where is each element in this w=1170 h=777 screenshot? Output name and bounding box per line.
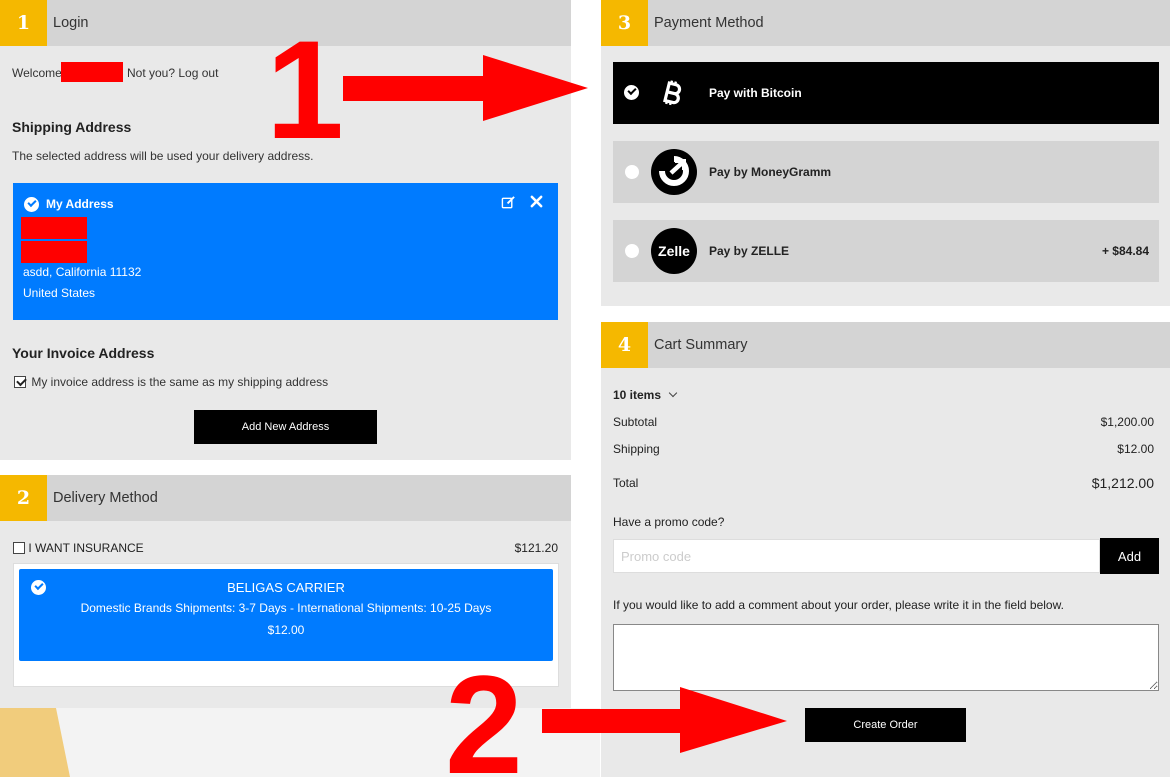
- items-toggle[interactable]: 10 items: [613, 388, 678, 402]
- promo-code-input[interactable]: [613, 539, 1100, 573]
- address-check-icon: [24, 197, 39, 212]
- payment-title: Payment Method: [654, 15, 764, 31]
- invoice-heading: Your Invoice Address: [12, 345, 155, 361]
- total-value: $1,212.00: [1091, 475, 1154, 491]
- carrier-price: $12.00: [267, 623, 305, 637]
- promo-add-button[interactable]: Add: [1100, 538, 1159, 574]
- insurance-label: I WANT INSURANCE: [28, 541, 144, 555]
- payment-panel: 3 Payment Method Pay with Bitcoin Pay by: [601, 0, 1170, 306]
- shipping-heading: Shipping Address: [12, 119, 132, 135]
- insurance-checkbox[interactable]: [13, 542, 25, 554]
- zelle-icon: Zelle: [651, 228, 697, 274]
- create-order-button[interactable]: Create Order: [805, 708, 966, 742]
- subtotal-label: Subtotal: [613, 415, 658, 429]
- step-number-3: 3: [601, 0, 648, 46]
- invoice-same-row[interactable]: My invoice address is the same as my shi…: [14, 375, 328, 389]
- moneygram-icon: [651, 149, 697, 195]
- annotation-arrow-2: [542, 687, 787, 753]
- address-city-line: asdd, California 11132: [23, 265, 142, 279]
- total-label: Total: [613, 476, 639, 490]
- payment-option-bitcoin[interactable]: Pay with Bitcoin: [613, 62, 1159, 124]
- address-country: United States: [23, 286, 96, 300]
- step-number-1: 1: [0, 0, 47, 46]
- selected-address-card[interactable]: My Address asdd, California 11132 United…: [13, 183, 558, 320]
- chevron-down-icon: [669, 388, 678, 398]
- edit-address-icon[interactable]: [501, 195, 517, 211]
- carrier-name: BELIGAS CARRIER: [227, 580, 345, 595]
- step-number-2: 2: [0, 475, 47, 521]
- redacted-address-line-2: [21, 241, 87, 263]
- bitcoin-check-icon: [624, 85, 639, 100]
- payment-option-zelle[interactable]: Zelle Pay by ZELLE + $84.84: [613, 220, 1159, 282]
- moneygram-label: Pay by MoneyGramm: [709, 165, 832, 179]
- payment-option-moneygram[interactable]: Pay by MoneyGramm: [613, 141, 1159, 203]
- order-comment-textarea[interactable]: [613, 624, 1159, 691]
- subtotal-value: $1,200.00: [1100, 415, 1154, 429]
- logout-link[interactable]: Not you? Log out: [127, 66, 218, 80]
- redacted-username: [61, 62, 123, 82]
- annotation-number-1: 1: [266, 11, 344, 168]
- delivery-header: 2 Delivery Method: [0, 475, 571, 521]
- delete-address-icon[interactable]: [530, 195, 544, 209]
- comment-label: If you would like to add a comment about…: [613, 598, 1064, 612]
- zelle-label: Pay by ZELLE: [709, 244, 790, 258]
- invoice-same-label: My invoice address is the same as my shi…: [31, 375, 329, 389]
- address-name: My Address: [46, 197, 114, 211]
- payment-header: 3 Payment Method: [601, 0, 1170, 46]
- shipping-value: $12.00: [1117, 442, 1154, 456]
- moneygram-radio[interactable]: [625, 165, 639, 179]
- items-count: 10 items: [613, 388, 662, 402]
- delivery-title: Delivery Method: [53, 490, 158, 506]
- welcome-text: Welcome: [12, 66, 62, 80]
- zelle-radio[interactable]: [625, 244, 639, 258]
- zelle-fee: + $84.84: [1101, 244, 1149, 258]
- cart-header: 4 Cart Summary: [601, 322, 1170, 368]
- shipping-label: Shipping: [613, 442, 660, 456]
- step-number-4: 4: [601, 322, 648, 368]
- login-title: Login: [53, 15, 89, 31]
- cart-title: Cart Summary: [654, 337, 748, 353]
- carrier-description: Domestic Brands Shipments: 3-7 Days - In…: [80, 601, 492, 615]
- insurance-row[interactable]: I WANT INSURANCE: [13, 541, 144, 555]
- invoice-same-checkbox[interactable]: [14, 376, 26, 388]
- annotation-arrow-1: [343, 55, 588, 121]
- bitcoin-icon: [659, 79, 687, 107]
- promo-question: Have a promo code?: [613, 515, 725, 529]
- bitcoin-label: Pay with Bitcoin: [709, 86, 802, 100]
- insurance-price: $121.20: [514, 541, 558, 555]
- redacted-address-line-1: [21, 217, 87, 239]
- annotation-number-2: 2: [445, 646, 523, 777]
- add-new-address-button[interactable]: Add New Address: [194, 410, 377, 444]
